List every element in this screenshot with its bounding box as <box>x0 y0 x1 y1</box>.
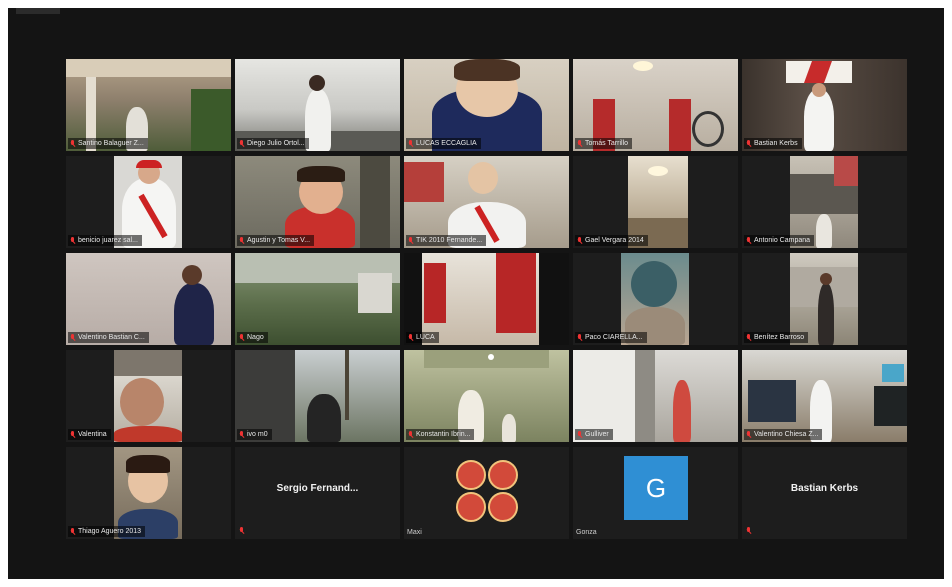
participant-tile[interactable]: Maxi <box>404 447 569 539</box>
participant-name: Bastian Kerbs <box>744 138 802 149</box>
participant-name: Tomás Tarrillo <box>575 138 633 149</box>
muted-mic-icon <box>239 430 244 439</box>
participant-name: Benítez Barroso <box>744 332 809 343</box>
zoom-gallery-window: Santino Balaguer Z... Diego Julio Ortol.… <box>8 8 944 579</box>
participant-tile[interactable]: benicio juarez sal... <box>66 156 231 248</box>
participant-name: LUCA <box>406 332 439 343</box>
participant-tile[interactable]: LUCAS ECCAGLIA <box>404 59 569 151</box>
participant-tile[interactable]: Agustin y Tomas V... <box>235 156 400 248</box>
participant-name: Valentina <box>68 429 111 440</box>
muted-mic-icon <box>239 527 244 535</box>
participant-name: Thiago Aguero 2013 <box>68 526 146 537</box>
participant-tile[interactable]: Valentina <box>66 350 231 442</box>
participant-tile[interactable]: Santino Balaguer Z... <box>66 59 231 151</box>
muted-mic-icon <box>70 333 75 342</box>
muted-mic-icon <box>408 236 413 245</box>
participant-tile[interactable]: Benítez Barroso <box>742 253 907 345</box>
participant-name: benicio juarez sal... <box>68 235 142 246</box>
muted-mic-icon <box>70 236 75 245</box>
muted-mic-icon <box>70 139 75 148</box>
participant-name: Gonza <box>576 529 597 536</box>
participant-tile[interactable]: Antonio Campana <box>742 156 907 248</box>
muted-mic-icon <box>746 430 751 439</box>
muted-mic-icon <box>239 139 244 148</box>
participant-name: Paco CIARELLA... <box>575 332 647 343</box>
participant-grid: Santino Balaguer Z... Diego Julio Ortol.… <box>66 59 907 539</box>
participant-name: Valentino Bastian C... <box>68 332 149 343</box>
participant-name: Konstantin Ibrin... <box>406 429 475 440</box>
participant-display-name: Sergio Fernand... <box>276 483 359 494</box>
top-bar <box>16 8 60 14</box>
muted-mic-icon <box>746 236 751 245</box>
participant-tile[interactable]: Bastian Kerbs <box>742 59 907 151</box>
muted-mic-icon <box>408 430 413 439</box>
participant-tile[interactable]: Gulliver <box>573 350 738 442</box>
participant-name: ivo m0 <box>237 429 272 440</box>
muted-mic-icon <box>408 139 413 148</box>
participant-tile[interactable]: Valentino Bastian C... <box>66 253 231 345</box>
participant-name: LUCAS ECCAGLIA <box>406 138 481 149</box>
participant-name: Santino Balaguer Z... <box>68 138 148 149</box>
participant-name: Diego Julio Ortol... <box>237 138 309 149</box>
muted-mic-icon <box>577 333 582 342</box>
participant-tile[interactable]: G Gonza <box>573 447 738 539</box>
participant-tile[interactable]: Nago <box>235 253 400 345</box>
avatar: G <box>624 456 688 520</box>
participant-tile[interactable]: Valentino Chiesa Z... <box>742 350 907 442</box>
muted-mic-icon <box>746 527 751 535</box>
profile-picture <box>456 460 518 522</box>
participant-tile[interactable]: LUCA <box>404 253 569 345</box>
participant-display-name: Bastian Kerbs <box>790 483 859 494</box>
participant-name: Gael Vergara 2014 <box>575 235 648 246</box>
participant-tile[interactable]: Bastian Kerbs <box>742 447 907 539</box>
muted-mic-icon <box>70 430 75 439</box>
muted-mic-icon <box>746 139 751 148</box>
participant-name: Valentino Chiesa Z... <box>744 429 823 440</box>
participant-tile[interactable]: Gael Vergara 2014 <box>573 156 738 248</box>
participant-name: Agustin y Tomas V... <box>237 235 315 246</box>
participant-name: TIK 2010 Fernande... <box>406 235 487 246</box>
participant-name: Antonio Campana <box>744 235 815 246</box>
muted-mic-icon <box>408 333 413 342</box>
muted-mic-icon <box>239 236 244 245</box>
participant-tile[interactable]: Thiago Aguero 2013 <box>66 447 231 539</box>
muted-mic-icon <box>577 430 582 439</box>
participant-tile[interactable]: ivo m0 <box>235 350 400 442</box>
video-feed <box>114 350 182 442</box>
participant-tile[interactable]: Konstantin Ibrin... <box>404 350 569 442</box>
participant-tile[interactable]: Sergio Fernand... <box>235 447 400 539</box>
muted-mic-icon <box>70 527 75 536</box>
participant-name: Gulliver <box>575 429 613 440</box>
participant-name: Nago <box>237 332 268 343</box>
participant-tile[interactable]: Diego Julio Ortol... <box>235 59 400 151</box>
muted-mic-icon <box>577 236 582 245</box>
muted-mic-icon <box>239 333 244 342</box>
muted-mic-icon <box>746 333 751 342</box>
participant-tile[interactable]: TIK 2010 Fernande... <box>404 156 569 248</box>
participant-tile[interactable]: Tomás Tarrillo <box>573 59 738 151</box>
participant-tile[interactable]: Paco CIARELLA... <box>573 253 738 345</box>
muted-mic-icon <box>577 139 582 148</box>
participant-name: Maxi <box>407 529 422 536</box>
